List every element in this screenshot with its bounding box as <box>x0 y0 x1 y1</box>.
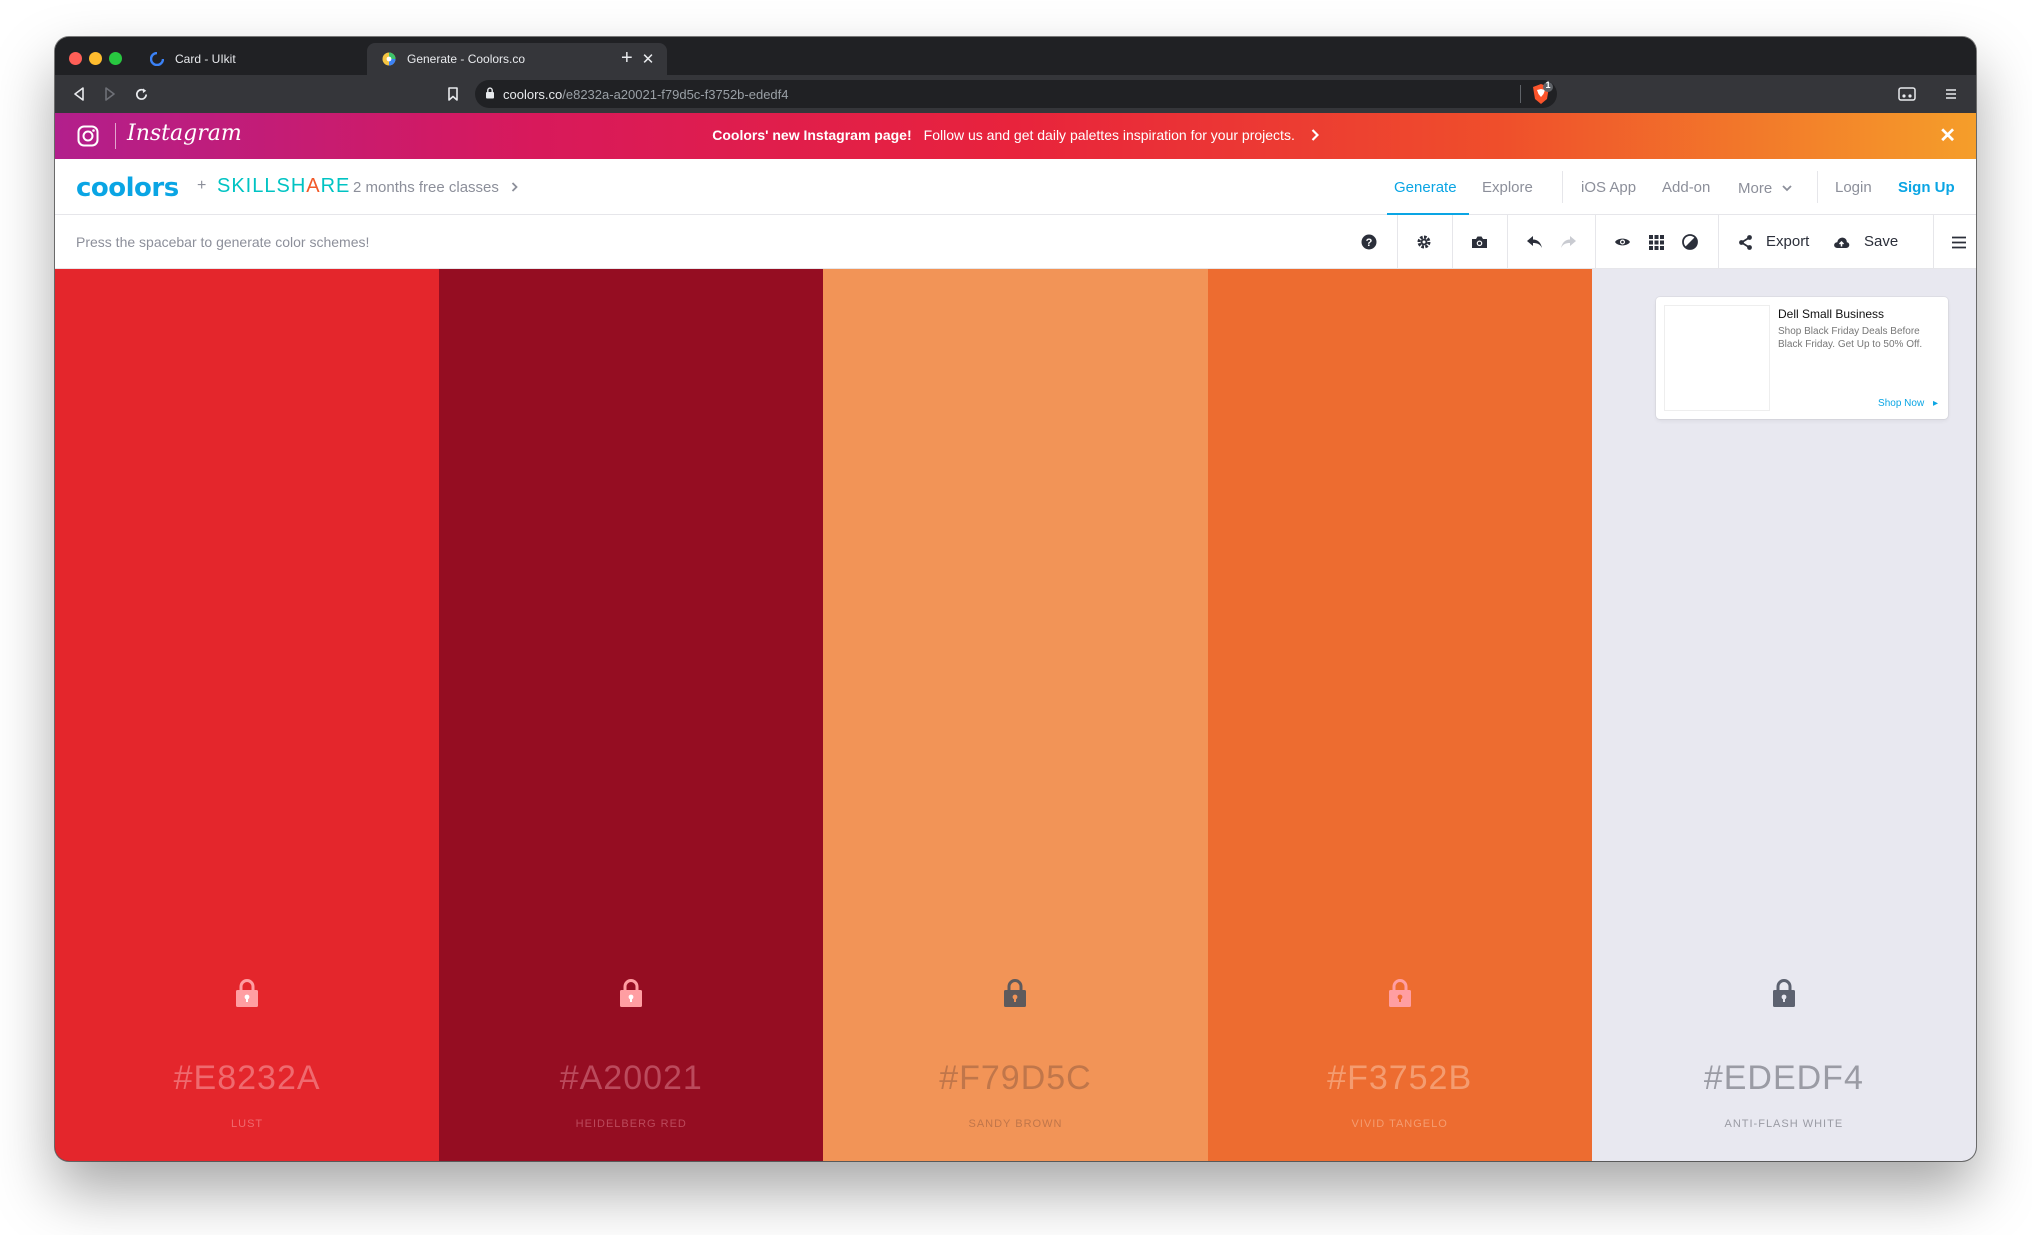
promo-text: 2 months free classes <box>353 179 499 196</box>
ad-image <box>1664 305 1770 411</box>
skillshare-logo-part: A <box>306 175 321 197</box>
gear-icon[interactable] <box>1413 231 1435 253</box>
url-path: /e8232a-a20021-f79d5c-f3752b-ededf4 <box>562 86 789 102</box>
tab-strip: Card - UIkit ✕ Generate - Coolors.co ✕ + <box>55 37 1976 75</box>
nav-login[interactable]: Login <box>1835 179 1872 196</box>
lock-icon[interactable] <box>1387 978 1413 1013</box>
lock-icon[interactable] <box>1002 978 1028 1013</box>
shields-count-badge: 1 <box>1545 80 1551 90</box>
question-circle-icon[interactable]: ? <box>1358 231 1380 253</box>
skillshare-logo-part: RE <box>320 175 351 197</box>
minimize-window-button[interactable] <box>89 52 102 65</box>
hex-code[interactable]: #A20021 <box>439 1059 823 1098</box>
toolbar-divider <box>1452 215 1453 269</box>
share-icon[interactable] <box>1734 231 1756 253</box>
reader-mode-icon[interactable] <box>1897 84 1917 104</box>
nav-sign-up[interactable]: Sign Up <box>1898 179 1955 196</box>
tab-title: Generate - Coolors.co <box>407 52 526 66</box>
hex-code[interactable]: #F3752B <box>1208 1059 1592 1098</box>
banner-headline: Coolors' new Instagram page! <box>712 127 912 143</box>
nav-more-label: More <box>1738 180 1773 197</box>
zoom-window-button[interactable] <box>109 52 122 65</box>
coolors-logo[interactable]: coolors <box>76 173 179 203</box>
hex-code[interactable]: #F79D5C <box>823 1059 1207 1098</box>
promo-link[interactable]: 2 months free classes <box>353 179 518 196</box>
toolbar-divider <box>1507 215 1508 269</box>
lock-icon[interactable] <box>1771 978 1797 1013</box>
nav-add-on[interactable]: Add-on <box>1662 179 1710 196</box>
forward-icon[interactable] <box>100 84 120 104</box>
undo-icon[interactable] <box>1523 231 1545 253</box>
color-name[interactable]: SANDY BROWN <box>823 1118 1207 1130</box>
eye-icon[interactable] <box>1611 231 1633 253</box>
chevron-down-icon <box>1782 179 1792 196</box>
omnibox-divider <box>1520 85 1521 103</box>
ad-shop-now-link[interactable]: Shop Now ▸ <box>1878 398 1938 409</box>
ad-body: Shop Black Friday Deals Before Black Fri… <box>1778 326 1923 350</box>
close-tab-icon[interactable]: ✕ <box>637 50 659 68</box>
toolbar-divider <box>1718 215 1719 269</box>
nav-divider <box>1817 171 1818 203</box>
close-banner-icon[interactable]: ✕ <box>1939 123 1956 148</box>
nav-divider <box>1562 171 1563 203</box>
grid-icon[interactable] <box>1645 231 1667 253</box>
ad-card[interactable]: Dell Small Business Shop Black Friday De… <box>1656 297 1948 419</box>
uikit-favicon-icon <box>149 51 165 67</box>
lock-icon <box>485 86 495 102</box>
chevron-right-icon <box>511 179 518 196</box>
export-button[interactable]: Export <box>1766 233 1809 250</box>
site-header: coolors + SKILLSHARE 2 months free class… <box>55 159 1976 215</box>
skillshare-logo-part: SKILLSH <box>217 175 307 197</box>
svg-text:?: ? <box>1366 237 1373 249</box>
reload-icon[interactable] <box>131 84 151 104</box>
new-tab-icon[interactable]: + <box>621 48 633 68</box>
color-swatch[interactable]: #E8232A LUST <box>55 269 440 1161</box>
nav-explore[interactable]: Explore <box>1482 179 1533 196</box>
color-name[interactable]: ANTI-FLASH WHITE <box>1592 1118 1976 1130</box>
caret-right-icon: ▸ <box>1932 398 1938 409</box>
cloud-upload-icon[interactable] <box>1830 231 1852 253</box>
nav-more[interactable]: More <box>1738 179 1792 197</box>
nav-ios-app[interactable]: iOS App <box>1581 179 1636 196</box>
skillshare-logo[interactable]: SKILLSHARE <box>217 175 350 198</box>
contrast-icon[interactable] <box>1679 231 1701 253</box>
redo-icon[interactable] <box>1557 231 1579 253</box>
instagram-banner[interactable]: Instagram Coolors' new Instagram page! Fo… <box>55 113 1976 159</box>
ad-cta-label: Shop Now <box>1878 398 1925 409</box>
color-swatch[interactable]: #F79D5C SANDY BROWN <box>823 269 1208 1161</box>
chevron-right-icon <box>1311 128 1319 144</box>
toolbar-divider <box>1595 215 1596 269</box>
coolors-favicon-icon <box>381 51 397 67</box>
hamburger-icon[interactable] <box>1948 231 1970 253</box>
toolbar-divider <box>1397 215 1398 269</box>
color-swatch[interactable]: #F3752B VIVID TANGELO <box>1207 269 1592 1161</box>
brave-shields-icon[interactable]: 1 <box>1528 80 1554 107</box>
browser-menu-icon[interactable] <box>1941 84 1961 104</box>
plus-sign: + <box>197 177 207 194</box>
banner-message: Coolors' new Instagram page! Follow us an… <box>55 127 1976 144</box>
address-bar[interactable]: coolors.co/e8232a-a20021-f79d5c-f3752b-e… <box>475 80 1557 108</box>
hex-code[interactable]: #EDEDF4 <box>1592 1059 1976 1098</box>
lock-icon[interactable] <box>234 978 260 1013</box>
nav-generate[interactable]: Generate <box>1394 179 1457 196</box>
color-name[interactable]: HEIDELBERG RED <box>439 1118 823 1130</box>
banner-text: Follow us and get daily palettes inspira… <box>923 127 1295 143</box>
url-host: coolors.co <box>503 86 563 102</box>
color-name[interactable]: LUST <box>55 1118 439 1130</box>
camera-icon[interactable] <box>1468 231 1490 253</box>
spacebar-hint: Press the spacebar to generate color sch… <box>76 234 370 250</box>
lock-icon[interactable] <box>618 978 644 1013</box>
color-name[interactable]: VIVID TANGELO <box>1208 1118 1592 1130</box>
toolbar-divider <box>1933 215 1934 269</box>
back-icon[interactable] <box>69 84 89 104</box>
close-window-button[interactable] <box>69 52 82 65</box>
browser-window: Card - UIkit ✕ Generate - Coolors.co ✕ + <box>55 37 1976 1161</box>
save-button[interactable]: Save <box>1864 233 1898 250</box>
hex-code[interactable]: #E8232A <box>55 1059 439 1098</box>
ad-title: Dell Small Business <box>1778 307 1885 321</box>
bookmark-icon[interactable] <box>443 84 463 104</box>
color-swatch[interactable]: #A20021 HEIDELBERG RED <box>439 269 824 1161</box>
browser-toolbar: coolors.co/e8232a-a20021-f79d5c-f3752b-e… <box>55 75 1976 113</box>
generator-toolbar: Press the spacebar to generate color sch… <box>55 215 1976 269</box>
